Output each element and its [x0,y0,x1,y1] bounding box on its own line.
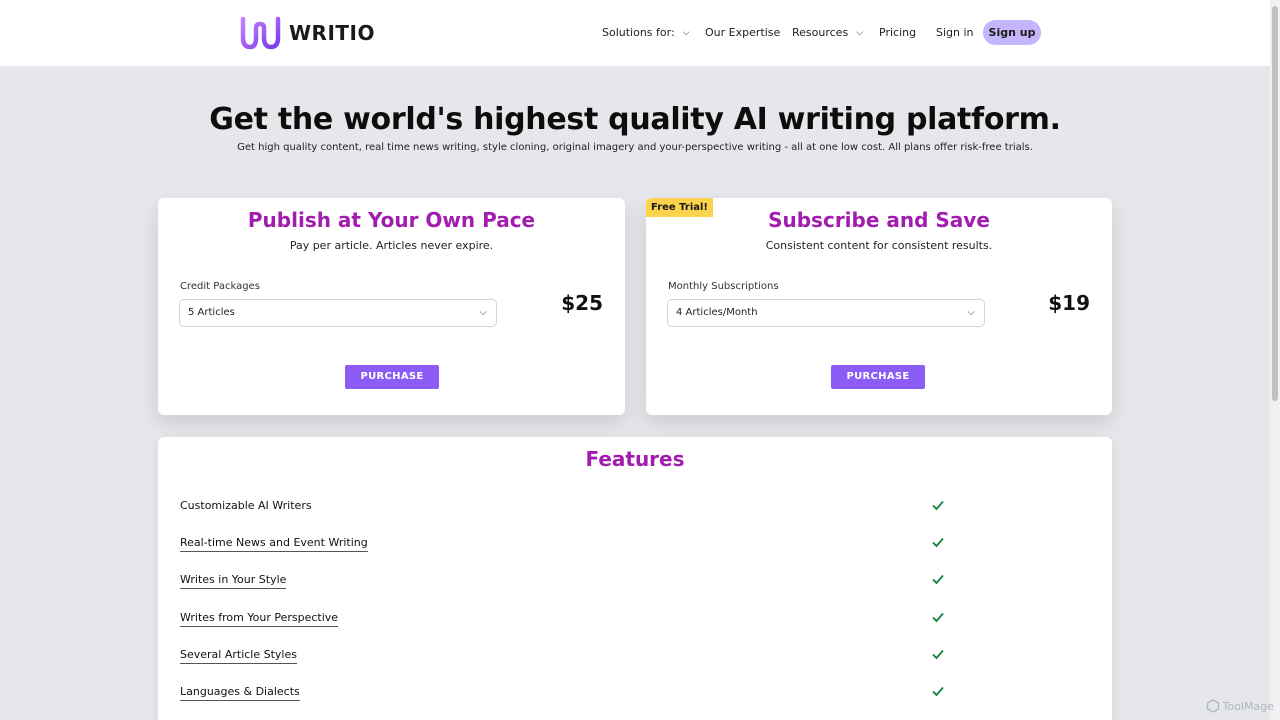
feature-row: Writes from Your Perspective [180,608,1080,628]
nav-solutions-label: Solutions for: [602,26,675,39]
plan-subtitle: Pay per article. Articles never expire. [289,239,494,252]
check-icon [932,612,944,623]
main-nav: Solutions for: ⌵ Our Expertise Resources ⌵… [0,20,1270,46]
watermark-text: ToolMage [1222,699,1274,713]
feature-link[interactable]: Real-time News and Event Writing [180,535,368,552]
feature-link[interactable]: Writes in Your Style [180,572,287,589]
features-title: Features [585,447,685,471]
feature-link[interactable]: Several Article Styles [180,647,297,664]
credit-packages-select[interactable]: 5 Articles ⌵ [179,299,497,327]
check-icon [932,500,944,511]
page-subtitle: Get high quality content, real time news… [237,142,1033,153]
nav-sign-in[interactable]: Sign in [936,20,974,46]
chevron-down-icon: ⌵ [967,307,975,318]
feature-row: Customizable AI Writers [180,496,1080,516]
chevron-down-icon: ⌵ [682,28,690,38]
plan-price: $19 [1048,291,1090,315]
chevron-down-icon: ⌵ [479,307,487,318]
page-scrollbar[interactable] [1270,0,1280,720]
credit-packages-label: Credit Packages [180,281,260,292]
feature-row: Writes in Your Style [180,570,1080,590]
chevron-down-icon: ⌵ [856,28,864,38]
monthly-subscriptions-select[interactable]: 4 Articles/Month ⌵ [667,299,985,327]
watermark-logo-icon [1206,699,1219,713]
nav-solutions[interactable]: Solutions for: ⌵ [602,20,690,46]
feature-link[interactable]: Languages & Dialects [180,684,300,701]
plan-title: Publish at Your Own Pace [247,208,536,232]
nav-resources-label: Resources [792,26,849,39]
feature-row: Real-time News and Event Writing [180,533,1080,553]
check-icon [932,537,944,548]
feature-label: Customizable AI Writers [180,499,312,512]
feature-row: Several Article Styles [180,645,1080,665]
select-value: 4 Articles/Month [676,307,758,318]
page-title: Get the world's highest quality AI writi… [209,102,1061,137]
purchase-button[interactable]: PURCHASE [831,365,925,389]
plan-price: $25 [561,291,603,315]
plan-title: Subscribe and Save [768,208,990,232]
check-icon [932,649,944,660]
feature-row: Languages & Dialects [180,682,1080,702]
check-icon [932,574,944,585]
purchase-button[interactable]: PURCHASE [345,365,439,389]
sign-up-button[interactable]: Sign up [983,20,1041,45]
select-value: 5 Articles [188,307,235,318]
features-section: Features Customizable AI Writers Real-ti… [158,437,1112,720]
nav-pricing[interactable]: Pricing [879,20,916,46]
feature-link[interactable]: Writes from Your Perspective [180,610,339,627]
watermark: ToolMage [1206,699,1274,713]
plan-card-pay-per-article: Publish at Your Own Pace Pay per article… [158,198,625,415]
nav-resources[interactable]: Resources ⌵ [792,20,863,46]
site-header: WRITIO Solutions for: ⌵ Our Expertise Res… [0,0,1270,66]
plan-card-subscription: Free Trial! Subscribe and Save Consisten… [646,198,1112,415]
plan-subtitle: Consistent content for consistent result… [765,239,993,252]
nav-our-expertise[interactable]: Our Expertise [705,20,780,46]
scrollbar-thumb[interactable] [1272,6,1278,401]
monthly-subscriptions-label: Monthly Subscriptions [668,281,779,292]
check-icon [932,686,944,697]
